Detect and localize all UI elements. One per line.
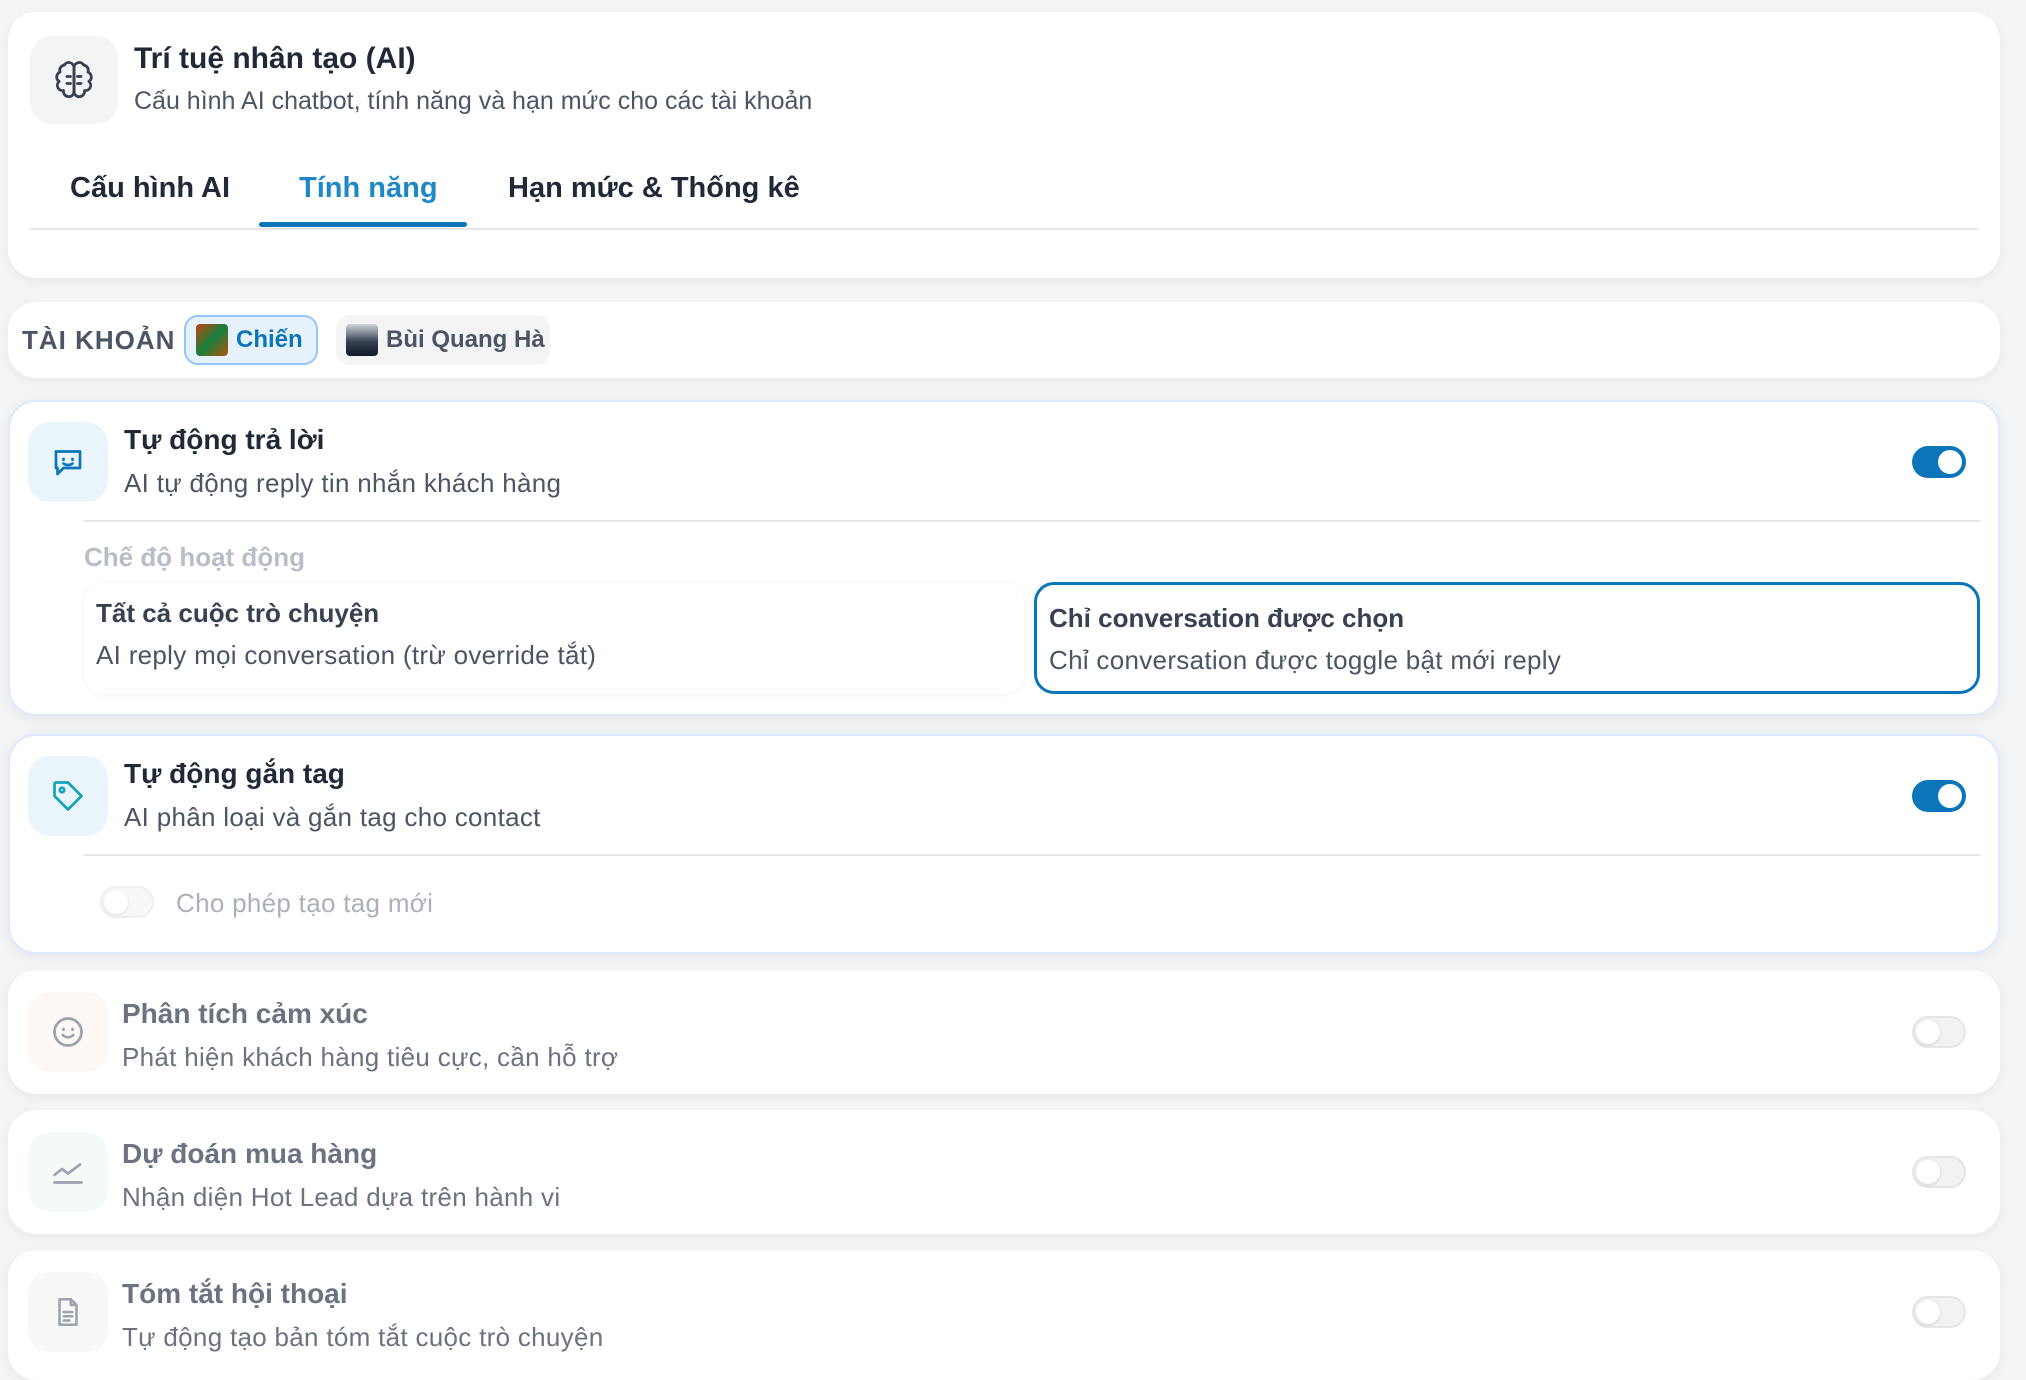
purchase-prediction-toggle[interactable] <box>1912 1156 1966 1188</box>
feature-purchase-prediction: Dự đoán mua hàng Nhận diện Hot Lead dựa … <box>8 1110 2000 1234</box>
mode-desc: Chỉ conversation được toggle bật mới rep… <box>1049 645 1562 675</box>
header-icon-box <box>30 36 118 124</box>
mode-option-all[interactable]: Tất cả cuộc trò chuyện AI reply mọi conv… <box>84 582 1024 694</box>
feature-title: Tự động trả lời <box>124 424 325 455</box>
avatar <box>196 324 228 356</box>
account-name: Bùi Quang Hà <box>386 326 545 353</box>
feature-desc: Phát hiện khách hàng tiêu cực, cần hỗ tr… <box>122 1042 619 1072</box>
feature-icon-box <box>28 756 108 836</box>
feature-title: Phân tích cảm xúc <box>122 998 368 1029</box>
accounts-label: TÀI KHOẢN <box>22 325 176 355</box>
feature-summary: Tóm tắt hội thoại Tự động tạo bản tóm tắ… <box>8 1250 2000 1380</box>
summary-toggle[interactable] <box>1912 1296 1966 1328</box>
tab-divider <box>30 228 1978 230</box>
page-subtitle: Cấu hình AI chatbot, tính năng và hạn mứ… <box>134 87 813 115</box>
divider <box>84 520 1980 522</box>
feature-desc: Nhận diện Hot Lead dựa trên hành vi <box>122 1182 561 1212</box>
feature-desc: Tự động tạo bản tóm tắt cuộc trò chuyện <box>122 1322 604 1352</box>
header-card: Trí tuệ nhân tạo (AI) Cấu hình AI chatbo… <box>8 12 2000 278</box>
mode-option-selected[interactable]: Chỉ conversation được chọn Chỉ conversat… <box>1034 582 1980 694</box>
feature-title: Tóm tắt hội thoại <box>122 1278 348 1309</box>
tag-icon <box>53 781 83 811</box>
tab-features[interactable]: Tính năng <box>299 172 438 205</box>
document-icon <box>58 1297 78 1327</box>
allow-new-tag-label: Cho phép tạo tag mới <box>176 888 434 918</box>
auto-tag-toggle[interactable] <box>1912 780 1966 812</box>
active-tab-indicator <box>259 222 467 227</box>
chat-smile-icon <box>54 450 82 476</box>
account-chip-bui-quang-ha[interactable]: Bùi Quang Hà <box>336 315 550 365</box>
feature-desc: AI tự động reply tin nhắn khách hàng <box>124 468 562 498</box>
feature-icon-box <box>28 422 108 502</box>
page-title: Trí tuệ nhân tạo (AI) <box>134 42 416 75</box>
tab-ai-config[interactable]: Cấu hình AI <box>70 172 230 205</box>
account-name: Chiến <box>236 326 303 353</box>
account-chip-chien[interactable]: Chiến <box>184 315 318 365</box>
smile-face-icon <box>53 1017 83 1047</box>
feature-sentiment: Phân tích cảm xúc Phát hiện khách hàng t… <box>8 970 2000 1094</box>
brain-icon <box>55 61 93 99</box>
avatar <box>346 324 378 356</box>
feature-title: Tự động gắn tag <box>124 758 345 789</box>
feature-title: Dự đoán mua hàng <box>122 1138 378 1169</box>
sentiment-toggle[interactable] <box>1912 1016 1966 1048</box>
mode-desc: AI reply mọi conversation (trừ override … <box>96 640 597 670</box>
trend-chart-icon <box>53 1163 83 1184</box>
allow-new-tag-toggle[interactable] <box>100 886 154 918</box>
feature-icon-box <box>28 992 108 1072</box>
feature-icon-box <box>28 1132 108 1212</box>
auto-reply-toggle[interactable] <box>1912 446 1966 478</box>
divider <box>84 854 1980 856</box>
feature-desc: AI phân loại và gắn tag cho contact <box>124 802 541 832</box>
feature-icon-box <box>28 1272 108 1352</box>
mode-title: Chỉ conversation được chọn <box>1049 603 1405 633</box>
mode-label: Chế độ hoạt động <box>84 542 305 572</box>
tab-quota-stats[interactable]: Hạn mức & Thống kê <box>508 172 800 205</box>
mode-title: Tất cả cuộc trò chuyện <box>96 598 380 628</box>
